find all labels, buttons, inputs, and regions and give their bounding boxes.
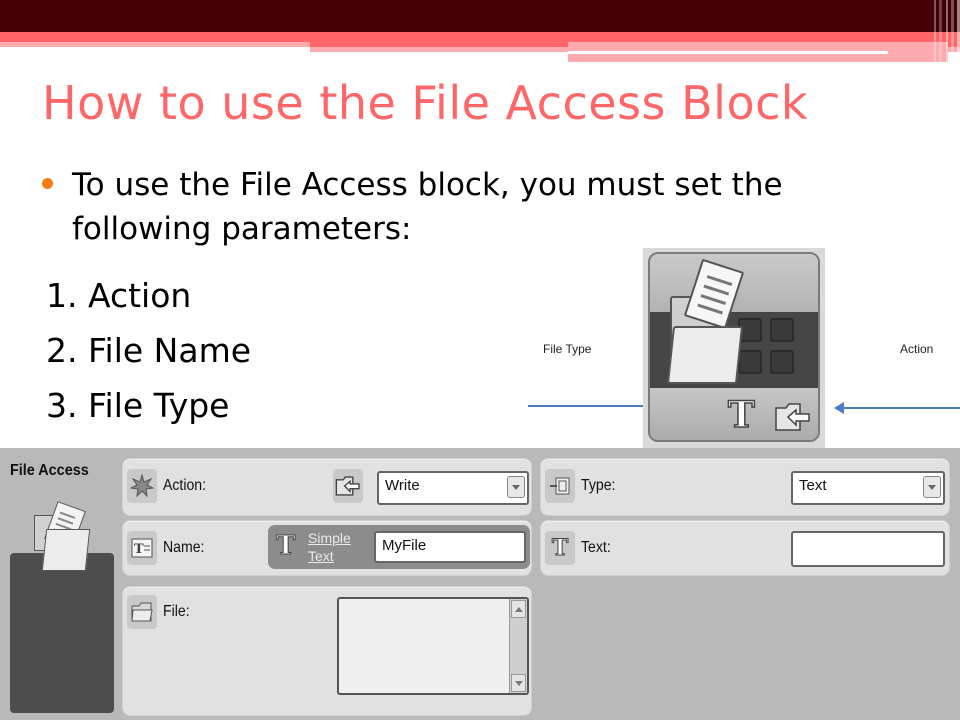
text-input[interactable]	[791, 531, 945, 567]
text-type-icon: T	[727, 393, 755, 437]
action-annotation: Action	[900, 342, 934, 356]
bullet-dot-icon	[42, 178, 53, 189]
text-row: T Text:	[540, 520, 950, 576]
file-access-block-icon: T	[643, 248, 825, 448]
name-field-icon: T	[127, 531, 157, 565]
bullet-text: To use the File Access block, you must s…	[72, 167, 783, 247]
file-name-input[interactable]: MyFile	[374, 531, 526, 563]
folder-arrow-icon	[333, 469, 363, 503]
chevron-down-icon[interactable]	[507, 476, 525, 498]
folder-front-icon	[666, 326, 744, 384]
header-stripes	[932, 0, 960, 62]
config-panel: File Access Action: Write T Name: T Simp…	[0, 448, 960, 720]
file-label: File:	[163, 603, 190, 620]
type-dropdown[interactable]: Text	[791, 471, 945, 505]
port-square-icon	[738, 350, 762, 374]
svg-text:T: T	[134, 542, 144, 557]
action-label: Action:	[163, 477, 207, 494]
scroll-down-icon[interactable]	[511, 674, 526, 692]
type-value: Text	[799, 477, 827, 494]
type-row: Type: Text	[540, 458, 950, 516]
scrollbar[interactable]	[509, 599, 527, 693]
port-square-icon	[770, 318, 794, 342]
folder-front-icon	[41, 529, 91, 571]
header-bar-accent	[0, 32, 960, 42]
text-label: Text:	[581, 539, 611, 556]
file-type-annotation: File Type	[543, 342, 592, 356]
panel-block-icon	[10, 501, 114, 713]
list-item-action: 1. Action	[46, 276, 192, 315]
type-label: Type:	[581, 477, 616, 494]
text-type-icon: T	[275, 531, 296, 562]
header-bar-dark	[0, 0, 960, 32]
slide-title: How to use the File Access Block	[42, 76, 809, 130]
header-bar-light	[0, 42, 310, 47]
list-item-file-name: 2. File Name	[46, 331, 252, 370]
bullet-item: To use the File Access block, you must s…	[42, 163, 862, 251]
action-value: Write	[385, 477, 420, 494]
chevron-down-icon[interactable]	[923, 476, 941, 498]
action-row: Action: Write	[122, 458, 532, 516]
file-list[interactable]	[337, 597, 529, 695]
block-body: T	[648, 252, 820, 442]
simple-text-link[interactable]: Simple Text	[308, 529, 351, 565]
text-type-icon: T	[545, 531, 575, 565]
list-item-file-type: 3. File Type	[46, 386, 230, 425]
panel-title: File Access	[10, 462, 89, 479]
action-dropdown[interactable]: Write	[377, 471, 529, 505]
folder-icon	[127, 595, 157, 629]
folder-arrow-icon	[775, 403, 810, 431]
star-icon	[127, 469, 157, 503]
simple-text-source: T Simple Text MyFile	[268, 525, 530, 569]
file-type-icon	[545, 469, 575, 503]
scroll-up-icon[interactable]	[511, 600, 526, 618]
header-divider-line	[568, 51, 888, 54]
numbered-list: 1. Action 2. File Name 3. File Type	[46, 268, 251, 433]
file-row: File:	[122, 586, 532, 716]
arrow-left-icon	[834, 402, 960, 414]
port-square-icon	[770, 350, 794, 374]
name-label: Name:	[163, 539, 205, 556]
